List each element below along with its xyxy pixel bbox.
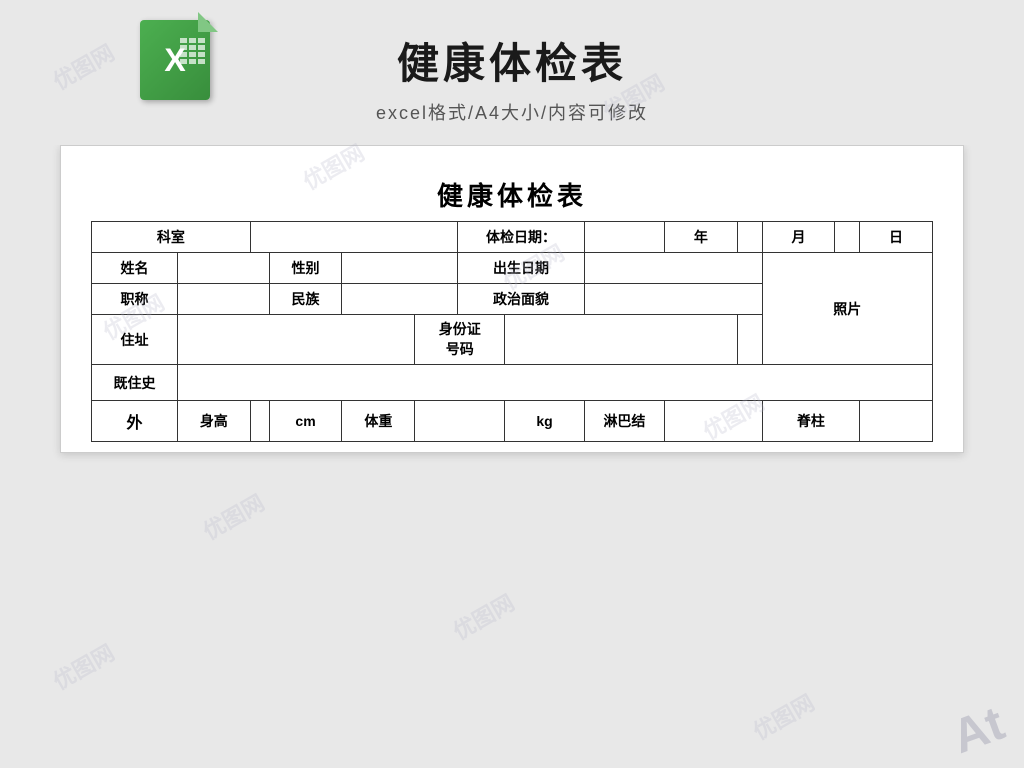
header-area: X 健康体检表 excel格式/A4大小/内容可修改 <box>0 0 1024 145</box>
birth-value <box>584 253 762 284</box>
id-label: 身份证 号码 <box>415 315 505 365</box>
birth-label: 出生日期 <box>458 253 585 284</box>
history-value <box>177 365 932 401</box>
document-title: 健康体检表 <box>91 166 933 221</box>
gender-value <box>342 253 458 284</box>
external-label: 外 <box>92 401 178 442</box>
ethnicity-label: 民族 <box>269 284 342 315</box>
document-preview: 健康体检表 科室 体检日期： 年 月 日 姓名 性别 出生日期 照片 职称 <box>60 145 964 453</box>
height-unit: cm <box>269 401 342 442</box>
height-value <box>250 401 269 442</box>
history-label: 既住史 <box>92 365 178 401</box>
weight-value <box>415 401 505 442</box>
year-label: 年 <box>664 222 737 253</box>
title-label: 职称 <box>92 284 178 315</box>
name-label: 姓名 <box>92 253 178 284</box>
table-row: 外 身高 cm 体重 kg 淋巴结 脊柱 <box>92 401 933 442</box>
address-value <box>177 315 414 365</box>
lymph-label: 淋巴结 <box>584 401 664 442</box>
weight-label: 体重 <box>342 401 415 442</box>
department-value <box>250 222 458 253</box>
photo-label: 照片 <box>762 253 932 365</box>
lymph-value <box>664 401 762 442</box>
gender-label: 性别 <box>269 253 342 284</box>
ethnicity-value <box>342 284 458 315</box>
department-label: 科室 <box>92 222 251 253</box>
month-label: 月 <box>762 222 835 253</box>
exam-date-value <box>584 222 664 253</box>
month-value <box>835 222 860 253</box>
title-value <box>177 284 269 315</box>
bottom-watermark: At <box>945 696 1011 765</box>
political-value <box>584 284 762 315</box>
exam-date-label: 体检日期： <box>458 222 585 253</box>
table-row: 姓名 性别 出生日期 照片 <box>92 253 933 284</box>
address-label: 住址 <box>92 315 178 365</box>
id-value <box>505 315 738 365</box>
day-label: 日 <box>860 222 933 253</box>
spine-label: 脊柱 <box>762 401 860 442</box>
weight-unit: kg <box>505 401 585 442</box>
table-row: 科室 体检日期： 年 月 日 <box>92 222 933 253</box>
excel-icon: X <box>140 20 220 110</box>
political-label: 政治面貌 <box>458 284 585 315</box>
height-label: 身高 <box>177 401 250 442</box>
name-value <box>177 253 269 284</box>
excel-grid <box>177 35 208 67</box>
year-value <box>737 222 762 253</box>
table-row: 既住史 <box>92 365 933 401</box>
health-table: 科室 体检日期： 年 月 日 姓名 性别 出生日期 照片 职称 民族 政治面貌 <box>91 221 933 442</box>
spine-value <box>860 401 933 442</box>
